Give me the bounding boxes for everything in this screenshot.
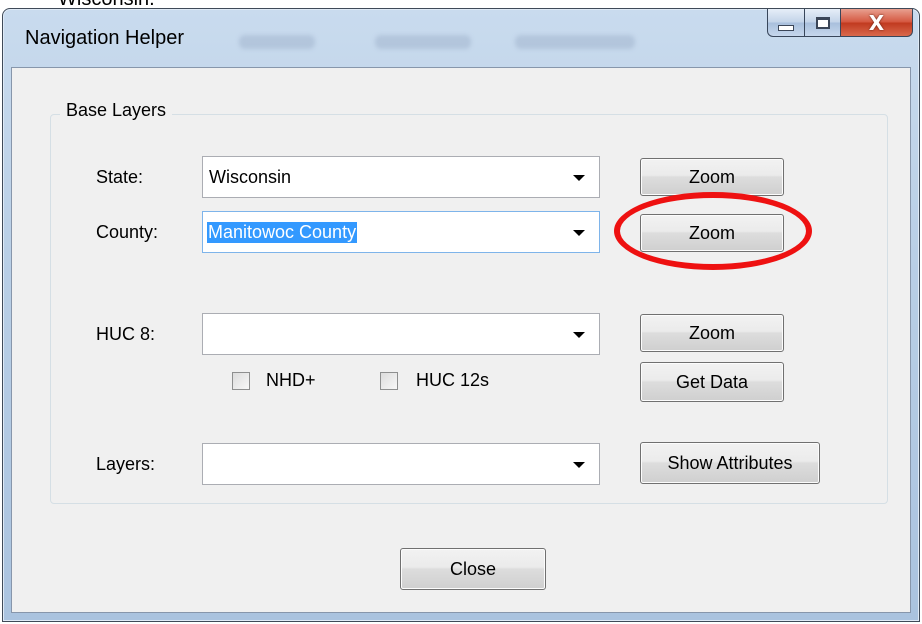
blurred-background-menu [375,35,471,49]
window-title: Navigation Helper [25,27,184,49]
state-combobox[interactable]: Wisconsin [202,156,600,198]
dropdown-arrow-icon[interactable] [573,462,585,468]
dropdown-arrow-icon[interactable] [573,332,585,338]
state-label: State: [96,167,144,187]
close-button[interactable]: Close [400,548,546,590]
maximize-button[interactable] [805,9,841,37]
title-bar[interactable]: Navigation Helper X [3,9,919,67]
dropdown-arrow-icon[interactable] [573,230,585,236]
huc8-label: HUC 8: [96,324,156,344]
layers-label: Layers: [96,454,156,474]
county-combobox[interactable]: Manitowoc County [202,211,600,253]
navigation-helper-window: Navigation Helper X Base Layers State: W… [2,8,920,622]
county-zoom-button[interactable]: Zoom [640,214,784,252]
huc12s-label[interactable]: HUC 12s [416,370,489,391]
maximize-icon [815,16,830,29]
blurred-background-menu [239,35,315,49]
county-label: County: [96,222,159,242]
minimize-button[interactable] [767,9,805,37]
state-combobox-value: Wisconsin [209,167,292,187]
nhd-plus-checkbox[interactable] [232,372,250,390]
show-attributes-button[interactable]: Show Attributes [640,442,820,484]
minimize-icon [778,24,794,31]
state-zoom-button[interactable]: Zoom [640,158,784,196]
base-layers-title: Base Layers [60,100,173,121]
huc12s-checkbox[interactable] [380,372,398,390]
dropdown-arrow-icon[interactable] [573,175,585,181]
county-combobox-value: Manitowoc County [207,222,358,243]
caption-buttons: X [767,9,913,39]
close-window-button[interactable]: X [841,9,913,37]
dialog-client-area: Base Layers State: Wisconsin Zoom County… [11,67,911,613]
screenshot-stage: Wisconsin. Navigation Helper X Base Lay [0,0,922,624]
blurred-background-menu [515,35,635,49]
layers-combobox[interactable] [202,443,600,485]
huc8-zoom-button[interactable]: Zoom [640,314,784,352]
nhd-plus-label[interactable]: NHD+ [266,370,316,391]
close-icon: X [868,10,885,35]
huc8-combobox[interactable] [202,313,600,355]
get-data-button[interactable]: Get Data [640,362,784,402]
